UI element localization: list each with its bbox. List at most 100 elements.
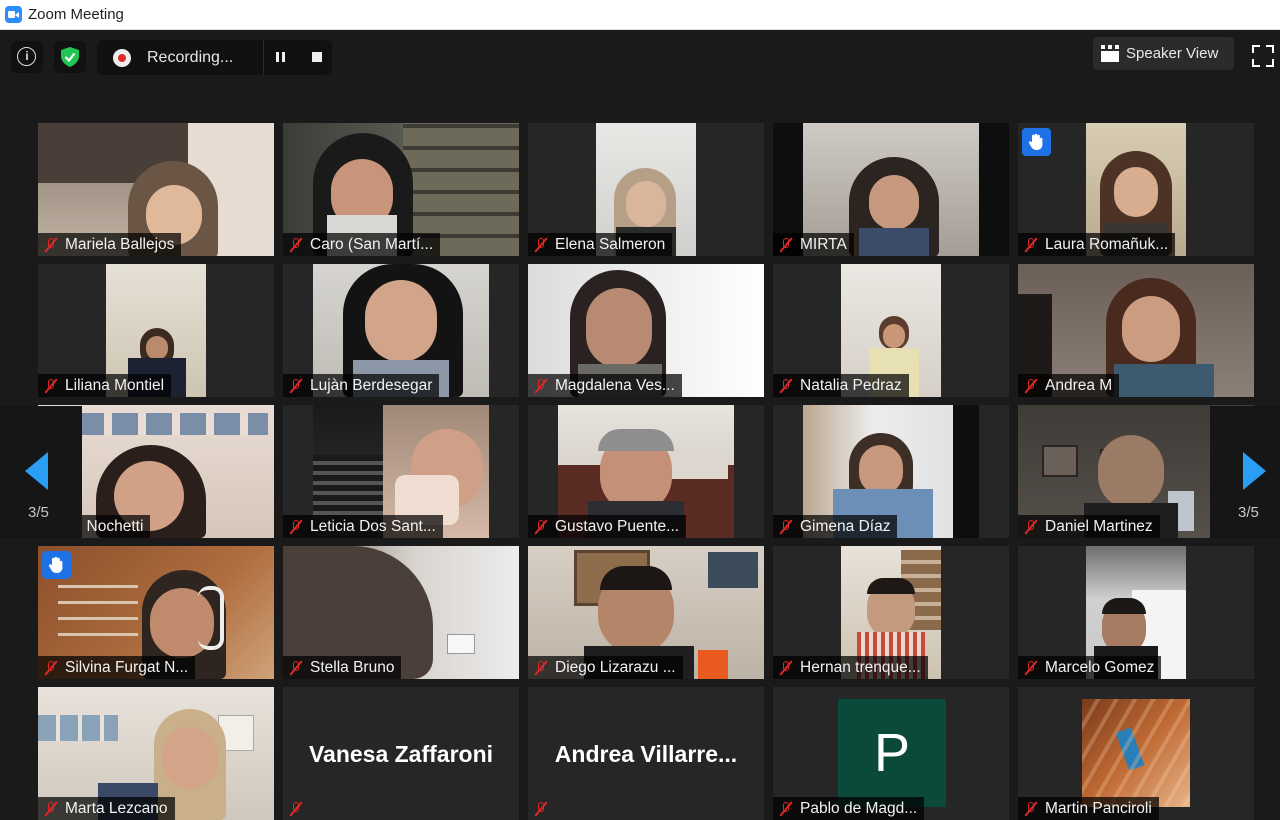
participant-tile[interactable]: Caro (San Martí... [283,123,519,256]
recording-bar: Recording... [97,40,332,75]
mic-muted-icon [779,801,793,817]
participant-name: Andrea M [1045,376,1113,394]
avatar-letter: P [873,723,911,783]
mic-muted-icon [534,801,548,817]
participant-tile[interactable]: Stella Bruno [283,546,519,679]
name-label: Marcelo Gomez [1018,656,1162,679]
mic-muted-icon [44,237,58,253]
name-label: Laura Romañuk... [1018,233,1176,256]
speaker-view-icon [1101,45,1119,62]
mic-muted-icon [289,519,303,535]
name-label: Pablo de Magd... [773,797,925,820]
name-label: Mariela Ballejos [38,233,182,256]
mic-muted-icon [289,660,303,676]
participant-name: Marta Lezcano [65,799,168,817]
previous-page-button[interactable]: 3/5 [0,406,82,538]
participant-tile[interactable]: Martin Panciroli [1018,687,1254,820]
speaker-view-button[interactable]: Speaker View [1093,37,1234,70]
participant-name: Lujàn Berdesegar [310,376,433,394]
participant-name: Pablo de Magd... [800,799,918,817]
participant-tile[interactable]: Andrea M [1018,264,1254,397]
mic-muted-icon [1024,801,1038,817]
speaker-view-label: Speaker View [1126,45,1219,62]
participant-tile[interactable]: Marcelo Gomez [1018,546,1254,679]
participant-name: Hernan trenque... [800,658,921,676]
mic-muted-icon [44,660,58,676]
recording-status: Recording... [147,49,234,66]
participant-tile[interactable]: Lujàn Berdesegar [283,264,519,397]
mic-muted-icon [1024,519,1038,535]
name-label: Martin Panciroli [1018,797,1159,820]
participant-tile[interactable]: Silvina Furgat N... [38,546,274,679]
participant-display-name: Vanesa Zaffaroni [308,741,494,767]
participant-tile[interactable]: Gustavo Puente... [528,405,764,538]
mic-muted-icon [44,801,58,817]
participant-tile[interactable]: Marta Lezcano [38,687,274,820]
participant-tile[interactable]: Diego Lizarazu ... [528,546,764,679]
participant-tile[interactable]: Hernan trenque... [773,546,1009,679]
name-label: Lujàn Berdesegar [283,374,440,397]
mic-muted-icon [44,378,58,394]
participant-tile[interactable]: Mariela Ballejos [38,123,274,256]
raise-hand-icon [42,551,71,579]
avatar: P [838,699,946,807]
pause-recording-button[interactable] [267,43,295,71]
mic-muted-icon [534,237,548,253]
participant-name: Magdalena Ves... [555,376,675,394]
participant-name: Elena Salmeron [555,235,666,253]
participant-name: Silvina Furgat N... [65,658,189,676]
participant-tile[interactable]: Liliana Montiel [38,264,274,397]
fullscreen-icon[interactable] [1252,45,1274,67]
name-label [528,797,562,820]
name-label: Andrea M [1018,374,1120,397]
name-label: Stella Bruno [283,656,402,679]
profile-picture [1082,699,1190,807]
participant-tile[interactable]: MIRTA [773,123,1009,256]
participant-tile[interactable]: P Pablo de Magd... [773,687,1009,820]
name-label: Leticia Dos Sant... [283,515,443,538]
name-label: Daniel Martinez [1018,515,1160,538]
raise-hand-icon [1022,128,1051,156]
name-label: Caro (San Martí... [283,233,441,256]
title-bar: Zoom Meeting [0,0,1280,30]
participant-name: Mariela Ballejos [65,235,175,253]
mic-muted-icon [534,660,548,676]
mic-muted-icon [1024,378,1038,394]
participant-tile[interactable]: Andrea Villarre... [528,687,764,820]
participant-tile[interactable]: Gimena Díaz [773,405,1009,538]
participant-tile[interactable]: Magdalena Ves... [528,264,764,397]
name-label: MIRTA [773,233,854,256]
arrow-right-icon [1243,452,1266,490]
shield-check-icon[interactable] [54,41,86,73]
mic-muted-icon [289,801,303,817]
name-label: Magdalena Ves... [528,374,682,397]
next-page-button[interactable]: 3/5 [1210,406,1280,538]
participant-name: Caro (San Martí... [310,235,434,253]
name-label: Natalia Pedraz [773,374,909,397]
mic-muted-icon [534,519,548,535]
participant-name: Laura Romañuk... [1045,235,1169,253]
mic-muted-icon [779,378,793,394]
name-label [283,797,317,820]
participant-name: Liliana Montiel [65,376,165,394]
participant-tile[interactable]: Leticia Dos Sant... [283,405,519,538]
name-label: Liliana Montiel [38,374,172,397]
info-icon[interactable]: i [11,41,43,73]
mic-muted-icon [779,237,793,253]
mic-muted-icon [289,237,303,253]
participant-name: Gimena Díaz [800,517,891,535]
participant-tile[interactable]: Natalia Pedraz [773,264,1009,397]
record-icon [113,49,131,67]
info-glyph: i [25,49,29,63]
participant-tile[interactable]: Laura Romañuk... [1018,123,1254,256]
name-label: Elena Salmeron [528,233,673,256]
participant-name: Leticia Dos Sant... [310,517,436,535]
mic-muted-icon [779,660,793,676]
name-label: Gustavo Puente... [528,515,687,538]
participant-name: Natalia Pedraz [800,376,902,394]
recording-divider [263,40,264,75]
participant-name: Stella Bruno [310,658,395,676]
participant-tile[interactable]: Vanesa Zaffaroni [283,687,519,820]
stop-recording-button[interactable] [303,43,331,71]
participant-tile[interactable]: Elena Salmeron [528,123,764,256]
